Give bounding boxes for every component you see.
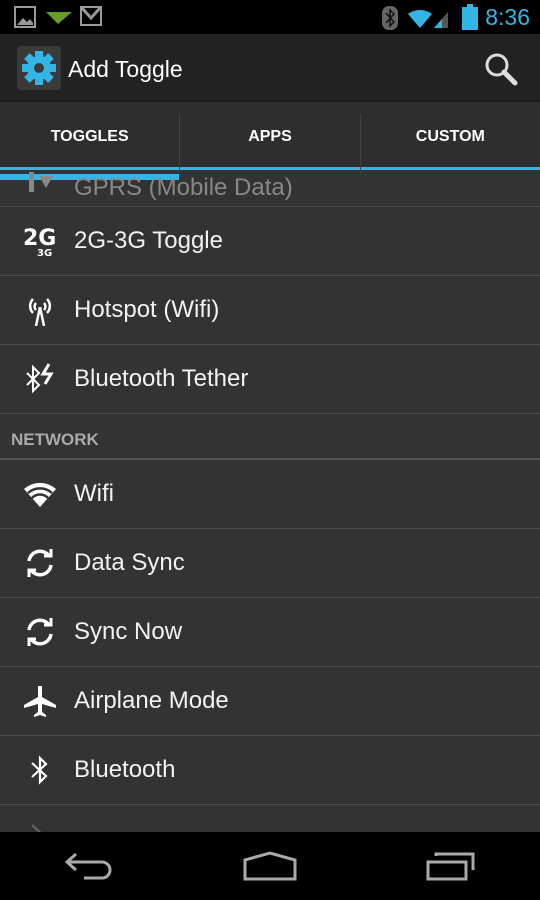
bluetooth-tether-icon <box>0 362 74 396</box>
tab-label: APPS <box>248 128 292 145</box>
item-label: Wifi <box>74 480 114 507</box>
tab-label: TOGGLES <box>50 128 129 145</box>
list-item-gprs[interactable]: GPRS (Mobile Data) <box>0 170 540 207</box>
tab-bar: TOGGLES APPS CUSTOM <box>0 102 540 180</box>
data-arrows-icon <box>0 172 74 192</box>
back-icon[interactable] <box>64 851 114 881</box>
item-label: Bluetooth Tether <box>74 365 249 392</box>
list-item-partial[interactable] <box>0 805 540 832</box>
item-label: Bluetooth <box>74 756 176 783</box>
battery-icon <box>462 4 478 30</box>
list-item-data-sync[interactable]: Data Sync <box>0 529 540 598</box>
page-title: Add Toggle <box>68 56 183 82</box>
wifi-signal-icon <box>408 10 448 28</box>
hotspot-icon <box>0 293 74 327</box>
picture-icon <box>14 6 36 28</box>
status-bar: 8:36 <box>0 0 540 34</box>
toggle-list[interactable]: GPRS (Mobile Data) 2G 3G 2G-3G Toggle Hot… <box>0 170 540 832</box>
item-label: Airplane Mode <box>74 687 229 714</box>
item-label: Sync Now <box>74 618 183 645</box>
tab-toggles[interactable]: TOGGLES <box>0 114 180 180</box>
list-item-airplane-mode[interactable]: Airplane Mode <box>0 667 540 736</box>
item-label: Hotspot (Wifi) <box>74 296 220 323</box>
item-label: GPRS (Mobile Data) <box>74 174 293 201</box>
wifi-icon <box>0 481 74 507</box>
svg-text:3G: 3G <box>37 248 52 257</box>
list-item-bluetooth-tether[interactable]: Bluetooth Tether <box>0 345 540 414</box>
list-item-wifi[interactable]: Wifi <box>0 460 540 529</box>
tab-custom[interactable]: CUSTOM <box>359 114 540 172</box>
clock: 8:36 <box>485 4 530 30</box>
bluetooth-icon <box>382 6 398 30</box>
recents-icon[interactable] <box>426 851 476 881</box>
sync-icon <box>0 547 74 579</box>
home-icon[interactable] <box>243 851 297 881</box>
list-item-sync-now[interactable]: Sync Now <box>0 598 540 667</box>
airdroid-icon <box>46 12 72 24</box>
section-header-network: NETWORK <box>0 414 540 460</box>
app-icon[interactable] <box>17 46 61 90</box>
tab-apps[interactable]: APPS <box>179 114 359 172</box>
bluetooth-icon <box>0 753 74 787</box>
item-label: 2G-3G Toggle <box>74 227 223 254</box>
list-item-bluetooth[interactable]: Bluetooth <box>0 736 540 805</box>
bluetooth-icon <box>0 805 74 832</box>
tab-label: CUSTOM <box>415 128 485 145</box>
action-bar: Add Toggle <box>0 34 540 102</box>
list-item-hotspot[interactable]: Hotspot (Wifi) <box>0 276 540 345</box>
sync-icon <box>0 616 74 648</box>
gear-icon <box>22 51 56 85</box>
search-icon[interactable] <box>484 52 518 86</box>
gmail-icon <box>80 6 102 26</box>
item-label: Data Sync <box>74 549 185 576</box>
navigation-bar <box>0 832 540 900</box>
airplane-icon <box>0 684 74 718</box>
2g-3g-icon: 2G 3G <box>0 225 74 257</box>
list-item-2g-3g[interactable]: 2G 3G 2G-3G Toggle <box>0 207 540 276</box>
